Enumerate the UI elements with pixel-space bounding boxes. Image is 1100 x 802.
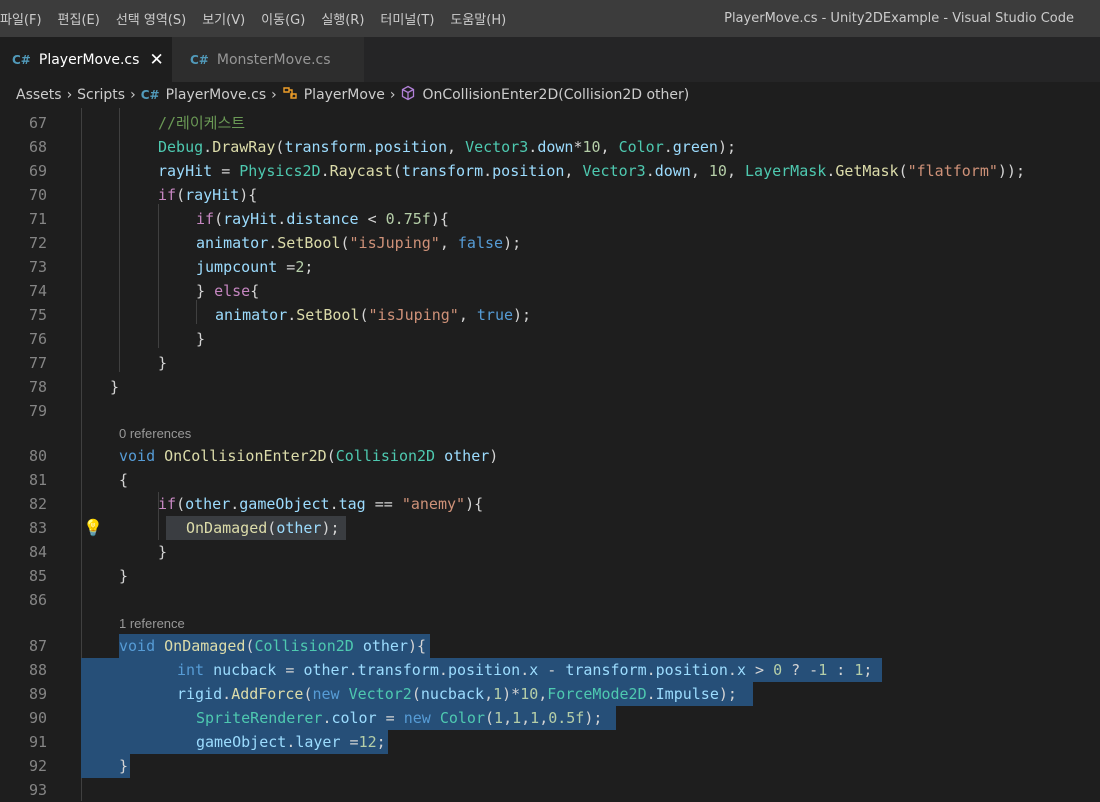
breadcrumb-item[interactable]: PlayerMove.cs	[166, 87, 267, 103]
code-line: animator.SetBool("isJuping", true);	[215, 306, 532, 324]
csharp-icon: C#	[190, 52, 209, 67]
code-editor[interactable]: 67 //레이케스트 68 Debug.DrawRay(transform.posi…	[0, 108, 1100, 801]
code-line: gameObject.layer =12;	[81, 730, 388, 754]
code-line: }	[81, 754, 131, 778]
csharp-icon: C#	[140, 88, 160, 102]
menu-run[interactable]: 실행(R)	[313, 9, 372, 28]
codelens-references[interactable]: 1 reference	[119, 616, 185, 631]
chevron-right-icon: ›	[271, 87, 277, 103]
line-number: 76	[28, 330, 47, 348]
title-bar: 파일(F) 편집(E) 선택 영역(S) 보기(V) 이동(G) 실행(R) 터…	[0, 0, 1100, 37]
code-line: if(rayHit.distance < 0.75f){	[196, 210, 449, 228]
editor-tabs: C# PlayerMove.cs ✕ C# MonsterMove.cs	[0, 37, 1100, 82]
line-number: 91	[28, 733, 47, 751]
code-line: }	[196, 330, 206, 348]
breadcrumb-item[interactable]: PlayerMove	[304, 87, 385, 103]
line-number: 78	[28, 378, 47, 396]
line-number: 74	[28, 282, 47, 300]
menu-help[interactable]: 도움말(H)	[442, 9, 514, 28]
code-line: animator.SetBool("isJuping", false);	[196, 234, 522, 252]
breadcrumb: Assets › Scripts › C# PlayerMove.cs › Pl…	[0, 82, 1100, 108]
chevron-right-icon: ›	[389, 87, 396, 103]
line-number: 88	[28, 661, 47, 679]
code-line: if(rayHit){	[158, 186, 258, 204]
code-line: rigid.AddForce(new Vector2(nucback,1)*10…	[81, 682, 753, 706]
chevron-right-icon: ›	[130, 87, 136, 103]
code-line: }	[119, 567, 129, 585]
line-number: 67	[28, 114, 47, 132]
code-line: int nucback = other.transform.position.x…	[81, 658, 883, 682]
line-number: 81	[28, 471, 47, 489]
class-icon	[282, 86, 298, 104]
lightbulb-icon[interactable]: 💡	[83, 516, 103, 540]
breadcrumb-item[interactable]: Scripts	[77, 87, 125, 103]
codelens-references[interactable]: 0 references	[119, 426, 191, 441]
line-number: 92	[28, 757, 47, 775]
menu-go[interactable]: 이동(G)	[253, 9, 313, 28]
code-line: OnDamaged(other);	[166, 516, 346, 540]
breadcrumb-item[interactable]: Assets	[16, 87, 62, 103]
tab-playermove[interactable]: C# PlayerMove.cs ✕	[0, 37, 172, 82]
menu-file[interactable]: 파일(F)	[0, 9, 50, 28]
code-line: Debug.DrawRay(transform.position, Vector…	[158, 138, 736, 156]
line-number: 73	[28, 258, 47, 276]
menu-view[interactable]: 보기(V)	[194, 9, 253, 28]
line-number: 93	[28, 781, 47, 799]
tab-label: PlayerMove.cs	[38, 51, 140, 68]
code-line: }	[158, 543, 168, 561]
line-number: 70	[28, 186, 47, 204]
menu-terminal[interactable]: 터미널(T)	[372, 9, 442, 28]
line-number: 89	[28, 685, 47, 703]
code-line: SpriteRenderer.color = new Color(1,1,1,0…	[81, 706, 617, 730]
line-number: 68	[28, 138, 47, 156]
close-icon[interactable]: ✕	[149, 50, 163, 70]
menu-bar: 파일(F) 편집(E) 선택 영역(S) 보기(V) 이동(G) 실행(R) 터…	[0, 9, 514, 28]
code-line: }	[158, 354, 168, 372]
line-number: 83	[28, 519, 47, 537]
code-line: }	[110, 378, 120, 396]
line-number: 79	[28, 402, 47, 420]
line-number: 75	[28, 306, 47, 324]
line-number: 86	[28, 591, 47, 609]
menu-edit[interactable]: 편집(E)	[50, 9, 108, 28]
code-line: rayHit = Physics2D.Raycast(transform.pos…	[158, 162, 1025, 180]
line-number: 85	[28, 567, 47, 585]
code-line: {	[119, 471, 129, 489]
code-line: } else{	[196, 282, 260, 300]
tab-label: MonsterMove.cs	[216, 51, 331, 68]
tab-monstermove[interactable]: C# MonsterMove.cs	[172, 37, 364, 82]
line-number: 82	[28, 495, 47, 513]
code-line: if(other.gameObject.tag == "anemy"){	[158, 495, 484, 513]
menu-selection[interactable]: 선택 영역(S)	[108, 9, 194, 28]
line-number: 87	[28, 637, 47, 655]
breadcrumb-item[interactable]: OnCollisionEnter2D(Collision2D other)	[422, 87, 689, 103]
line-number: 71	[28, 210, 47, 228]
line-number: 69	[28, 162, 47, 180]
line-number: 72	[28, 234, 47, 252]
code-comment: //레이케스트	[158, 114, 246, 132]
chevron-right-icon: ›	[66, 87, 73, 103]
code-line: void OnDamaged(Collision2D other){	[119, 634, 431, 658]
method-icon	[400, 85, 416, 105]
line-number: 77	[28, 354, 47, 372]
line-number: 90	[28, 709, 47, 727]
window-title: PlayerMove.cs - Unity2DExample - Visual …	[724, 11, 1074, 26]
csharp-icon: C#	[12, 52, 31, 67]
line-number: 84	[28, 543, 47, 561]
code-line: void OnCollisionEnter2D(Collision2D othe…	[119, 447, 499, 465]
code-line: jumpcount =2;	[196, 258, 314, 276]
line-number: 80	[28, 447, 47, 465]
